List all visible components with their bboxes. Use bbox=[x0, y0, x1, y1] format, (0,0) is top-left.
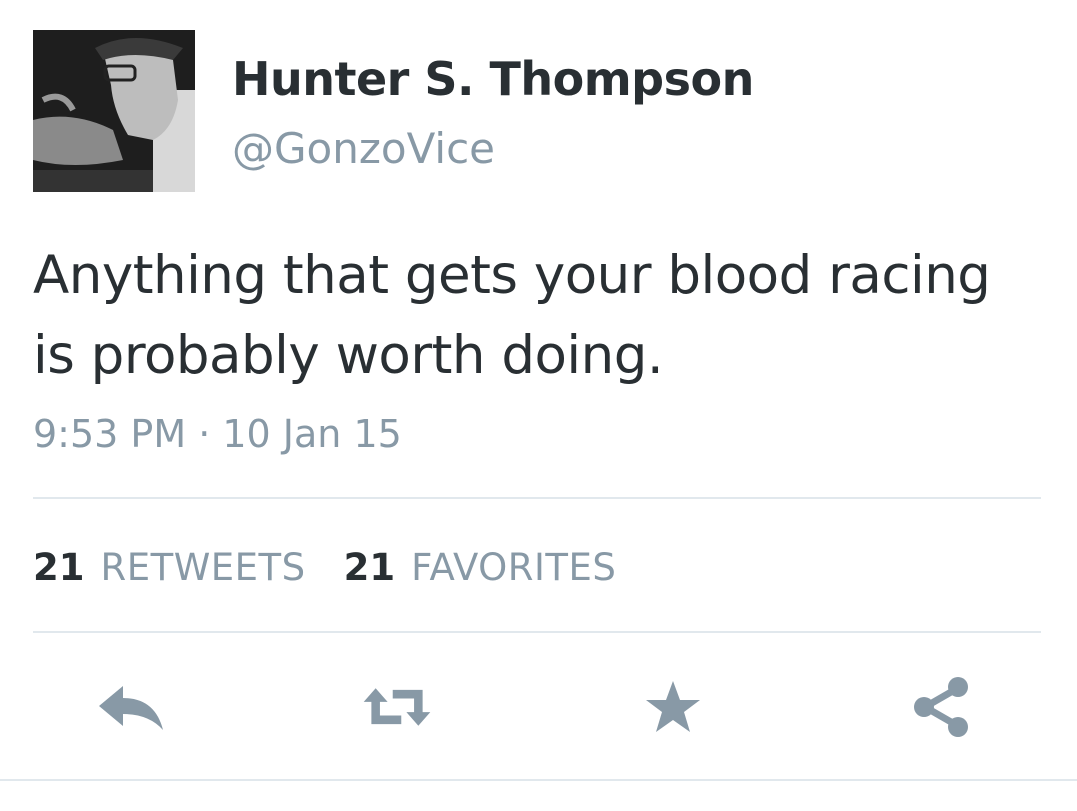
reply-icon bbox=[99, 686, 163, 730]
tweet-timestamp: 9:53 PM · 10 Jan 15 bbox=[33, 412, 402, 456]
divider bbox=[0, 779, 1077, 781]
share-icon bbox=[914, 677, 968, 737]
avatar-photo bbox=[33, 30, 195, 192]
favorites-stat[interactable]: 21 FAVORITES bbox=[344, 546, 617, 589]
user-handle[interactable]: @GonzoVice bbox=[232, 124, 495, 173]
retweet-button[interactable] bbox=[362, 676, 432, 738]
share-button[interactable] bbox=[907, 676, 977, 738]
tweet-stats: 21 RETWEETS 21 FAVORITES bbox=[33, 546, 616, 589]
avatar[interactable] bbox=[33, 30, 195, 192]
divider bbox=[33, 631, 1041, 633]
retweets-stat[interactable]: 21 RETWEETS bbox=[33, 546, 306, 589]
retweets-count: 21 bbox=[33, 546, 85, 589]
tweet-card: Hunter S. Thompson @GonzoVice Anything t… bbox=[0, 0, 1077, 811]
favorites-label: FAVORITES bbox=[411, 546, 617, 589]
tweet-text: Anything that gets your blood racing is … bbox=[33, 245, 991, 386]
favorite-button[interactable] bbox=[638, 676, 708, 738]
favorites-count: 21 bbox=[343, 546, 396, 589]
reply-button[interactable] bbox=[96, 676, 166, 738]
display-name[interactable]: Hunter S. Thompson bbox=[232, 52, 754, 106]
retweets-label: RETWEETS bbox=[100, 546, 306, 589]
star-icon bbox=[646, 681, 700, 732]
divider bbox=[33, 497, 1041, 499]
retweet-icon bbox=[363, 688, 431, 726]
